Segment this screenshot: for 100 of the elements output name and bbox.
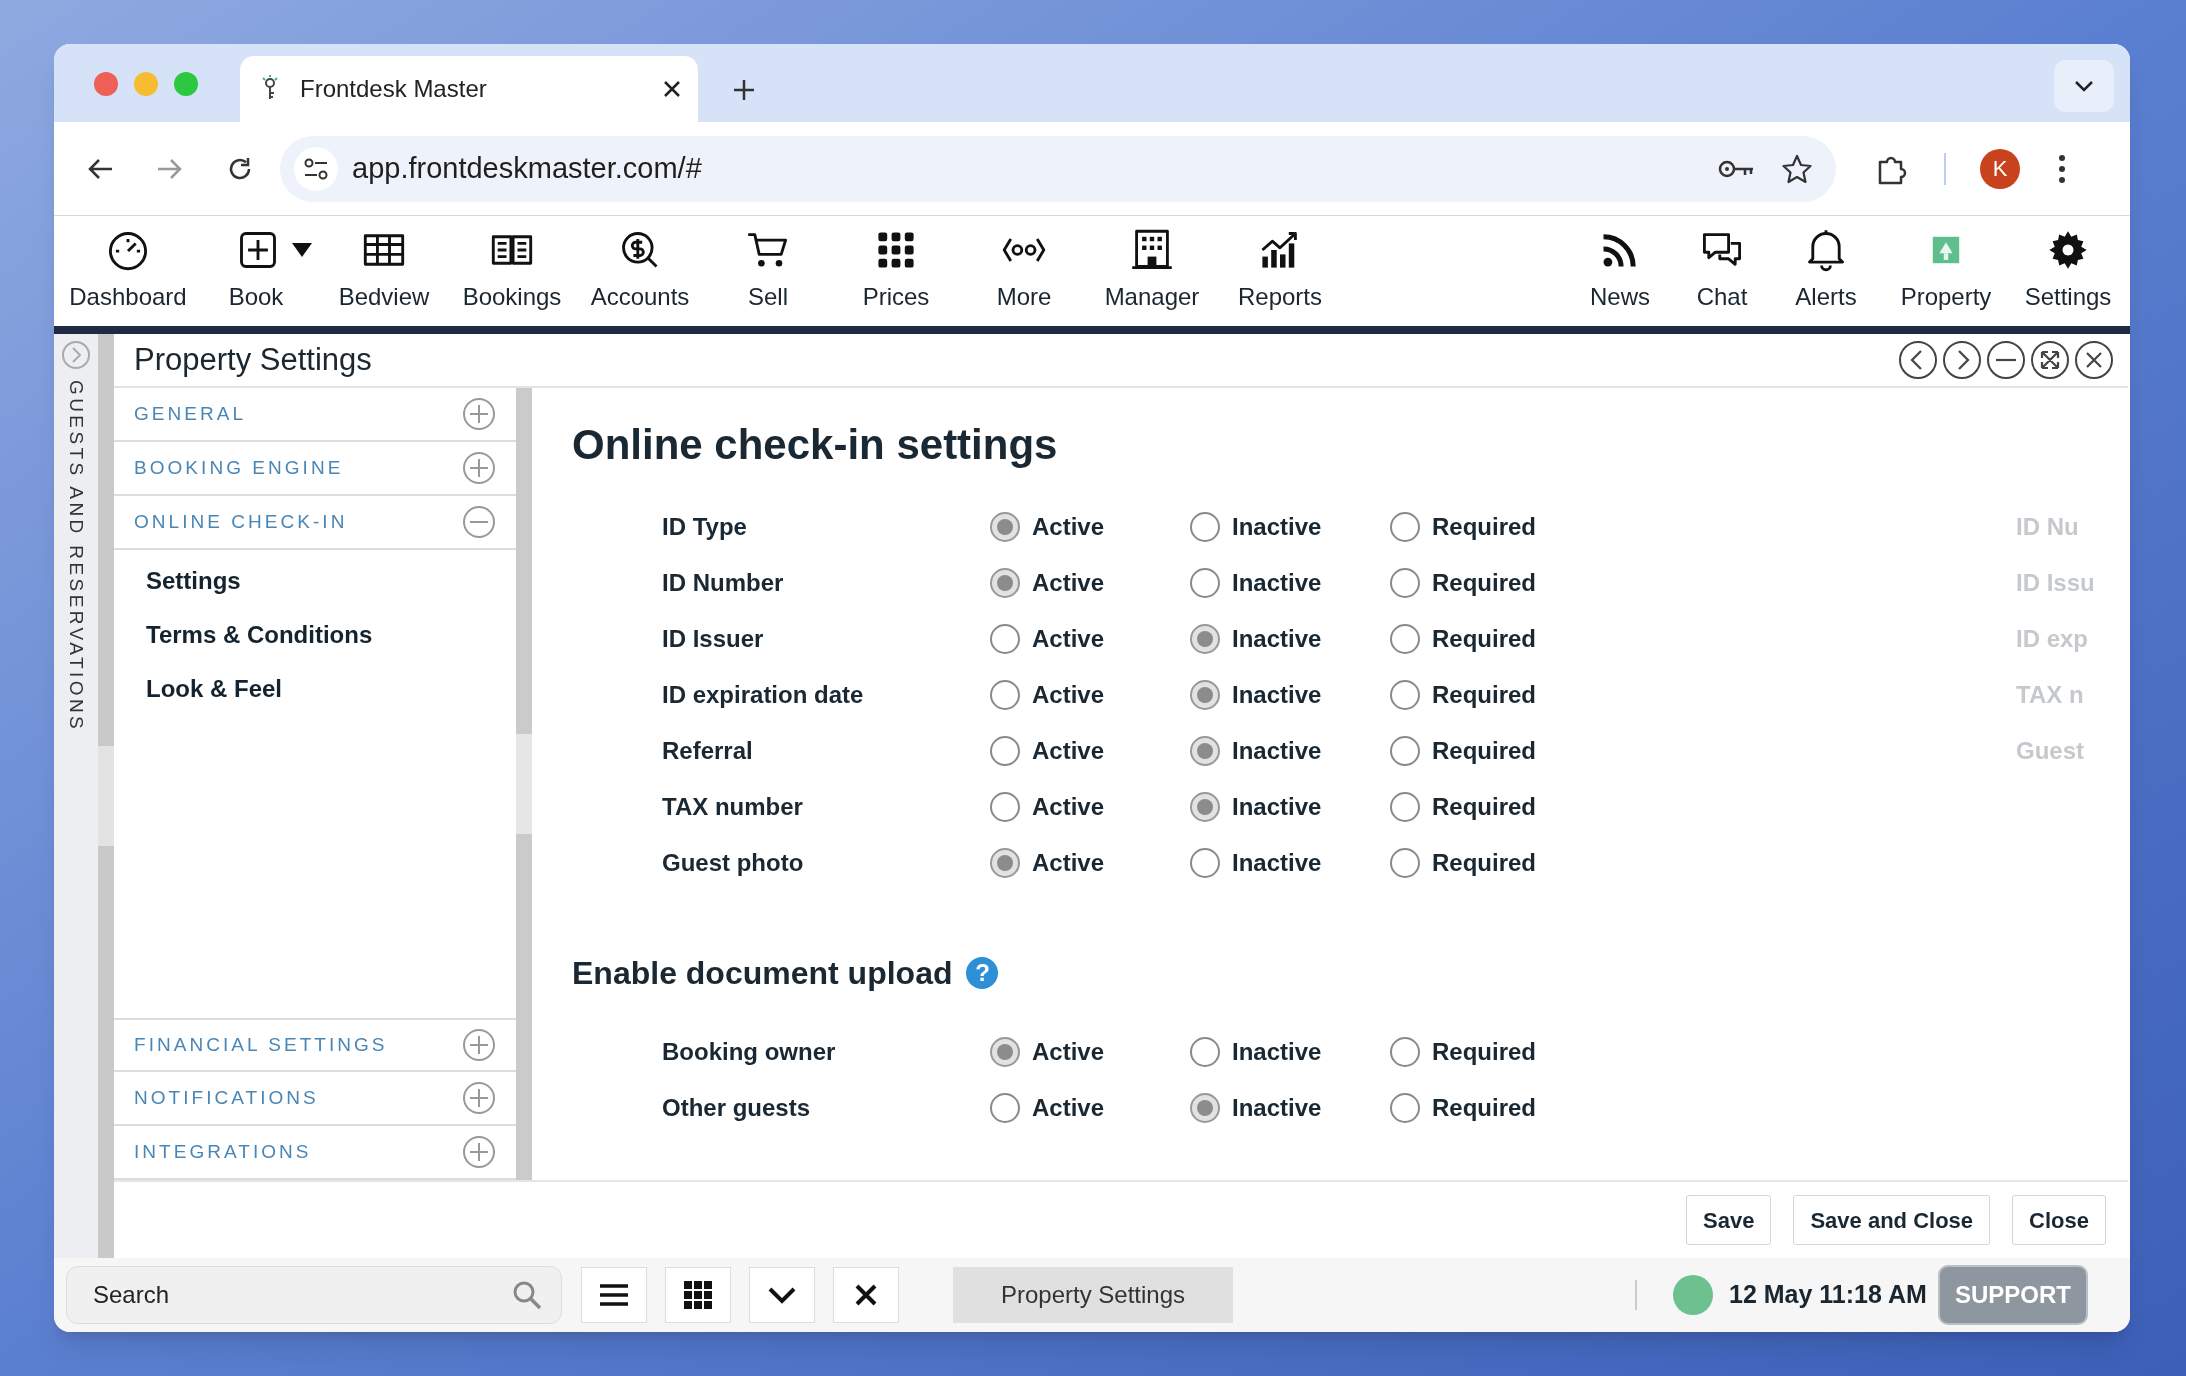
radio-button[interactable] bbox=[1390, 624, 1420, 654]
profile-avatar[interactable]: K bbox=[1980, 148, 2020, 189]
maximize-icon[interactable] bbox=[2030, 340, 2070, 380]
nav-section-header[interactable]: ONLINE CHECK-IN bbox=[114, 496, 516, 550]
radio-button[interactable] bbox=[1190, 736, 1220, 766]
toolbar-button[interactable]: Bedview bbox=[338, 282, 430, 312]
previous-icon[interactable] bbox=[1898, 340, 1938, 380]
nav-section-label: GENERAL bbox=[134, 401, 247, 426]
star-icon[interactable] bbox=[1782, 153, 1812, 184]
nav-item[interactable]: Settings bbox=[114, 554, 516, 608]
splitter-handle[interactable] bbox=[516, 734, 532, 834]
more-icon[interactable] bbox=[2058, 153, 2066, 184]
toolbar-button[interactable]: Prices bbox=[862, 282, 930, 312]
caret-icon[interactable] bbox=[292, 243, 312, 257]
address-bar[interactable]: app.frontdeskmaster.com/# bbox=[280, 135, 1836, 202]
section-heading: Enable document upload bbox=[572, 954, 953, 993]
radio-button[interactable] bbox=[1390, 680, 1420, 710]
close-all-button[interactable] bbox=[833, 1267, 899, 1323]
radio-button[interactable] bbox=[990, 624, 1020, 654]
radio-button[interactable] bbox=[990, 1093, 1020, 1123]
radio-button[interactable] bbox=[990, 848, 1020, 878]
radio-button[interactable] bbox=[1390, 848, 1420, 878]
toolbar-button[interactable]: Book bbox=[228, 282, 284, 312]
radio-button[interactable] bbox=[1390, 792, 1420, 822]
toolbar-button[interactable]: Alerts bbox=[1795, 282, 1857, 312]
toolbar-button[interactable]: Property bbox=[1900, 282, 1992, 312]
toolbar-button[interactable]: Reports bbox=[1237, 282, 1322, 312]
side-strip-label: GUESTS AND RESERVATIONS bbox=[65, 380, 89, 733]
radio-button[interactable] bbox=[990, 680, 1020, 710]
setting-label: Other guests bbox=[662, 1093, 812, 1123]
expand-icon[interactable] bbox=[61, 340, 91, 370]
radio-button[interactable] bbox=[1390, 512, 1420, 542]
side-strip[interactable]: GUESTS AND RESERVATIONS bbox=[54, 334, 98, 1258]
new-tab-icon[interactable] bbox=[732, 78, 756, 102]
radio-button[interactable] bbox=[1390, 1093, 1420, 1123]
search-field[interactable]: Search bbox=[66, 1266, 562, 1324]
minimize-icon[interactable] bbox=[1986, 340, 2026, 380]
nav-section-header[interactable]: FINANCIAL SETTINGS bbox=[114, 1018, 516, 1072]
zoom-window-icon[interactable] bbox=[174, 72, 198, 96]
option-label: Inactive bbox=[1232, 1037, 1322, 1067]
next-icon[interactable] bbox=[1942, 340, 1982, 380]
option-label: Required bbox=[1432, 680, 1536, 710]
site-settings-button[interactable] bbox=[294, 146, 338, 191]
radio-button[interactable] bbox=[990, 1037, 1020, 1067]
option-label: Required bbox=[1432, 848, 1536, 878]
nav-section-header[interactable]: BOOKING ENGINE bbox=[114, 442, 516, 496]
toolbar-button[interactable]: Manager bbox=[1104, 282, 1200, 312]
splitter-handle[interactable] bbox=[98, 746, 114, 846]
nav-item[interactable]: Look & Feel bbox=[114, 662, 516, 716]
toolbar-button[interactable]: Bookings bbox=[462, 282, 562, 312]
close-icon[interactable] bbox=[2074, 340, 2114, 380]
radio-button[interactable] bbox=[1190, 512, 1220, 542]
plus-circle-icon bbox=[462, 1135, 496, 1169]
radio-button[interactable] bbox=[1390, 736, 1420, 766]
toolbar-button[interactable]: Settings bbox=[2024, 282, 2112, 312]
radio-button[interactable] bbox=[1390, 1037, 1420, 1067]
radio-button[interactable] bbox=[990, 512, 1020, 542]
footer-button[interactable]: Save and Close bbox=[1793, 1195, 1991, 1245]
collapse-button[interactable] bbox=[749, 1267, 815, 1323]
nav-section-header[interactable]: GENERAL bbox=[114, 388, 516, 442]
radio-button[interactable] bbox=[990, 792, 1020, 822]
toolbar-button[interactable]: Accounts bbox=[590, 282, 690, 312]
radio-button[interactable] bbox=[1390, 568, 1420, 598]
nav-section-header[interactable]: INTEGRATIONS bbox=[114, 1126, 516, 1180]
search-icon[interactable] bbox=[512, 1280, 542, 1310]
option-label: Active bbox=[1032, 680, 1105, 710]
url-text: app.frontdeskmaster.com/# bbox=[352, 150, 702, 186]
radio-button[interactable] bbox=[990, 568, 1020, 598]
radio-button[interactable] bbox=[1190, 680, 1220, 710]
faded-label: ID Nu bbox=[2016, 512, 2080, 542]
radio-button[interactable] bbox=[1190, 568, 1220, 598]
toolbar-button[interactable]: More bbox=[996, 282, 1052, 312]
tab-list-button[interactable] bbox=[2054, 60, 2114, 112]
radio-button[interactable] bbox=[1190, 848, 1220, 878]
option-label: Inactive bbox=[1232, 792, 1322, 822]
grid-view-button[interactable] bbox=[665, 1267, 731, 1323]
radio-button[interactable] bbox=[1190, 1037, 1220, 1067]
browser-tab[interactable]: Frontdesk Master bbox=[240, 56, 698, 122]
menu-icon bbox=[600, 1283, 628, 1307]
radio-button[interactable] bbox=[1190, 1093, 1220, 1123]
setting-label: ID Type bbox=[662, 512, 748, 542]
radio-button[interactable] bbox=[990, 736, 1020, 766]
close-icon[interactable] bbox=[662, 79, 682, 99]
list-view-button[interactable] bbox=[581, 1267, 647, 1323]
radio-button[interactable] bbox=[1190, 624, 1220, 654]
task-tab[interactable]: Property Settings bbox=[953, 1267, 1233, 1323]
nav-section-header[interactable]: NOTIFICATIONS bbox=[114, 1072, 516, 1126]
toolbar-button[interactable]: Chat bbox=[1696, 282, 1748, 312]
footer-button[interactable]: Save bbox=[1686, 1195, 1772, 1245]
toolbar-button[interactable]: Dashboard bbox=[69, 282, 187, 312]
nav-section-label: FINANCIAL SETTINGS bbox=[134, 1032, 388, 1057]
close-window-icon[interactable] bbox=[94, 72, 118, 96]
toolbar-button[interactable]: Sell bbox=[748, 282, 788, 312]
toolbar-button[interactable]: News bbox=[1590, 282, 1650, 312]
footer-button[interactable]: Close bbox=[2012, 1195, 2106, 1245]
chevron-down-icon bbox=[768, 1286, 796, 1304]
option-label: Required bbox=[1432, 512, 1536, 542]
faded-label: ID exp bbox=[2016, 624, 2090, 654]
nav-item[interactable]: Terms & Conditions bbox=[114, 608, 516, 662]
radio-button[interactable] bbox=[1190, 792, 1220, 822]
